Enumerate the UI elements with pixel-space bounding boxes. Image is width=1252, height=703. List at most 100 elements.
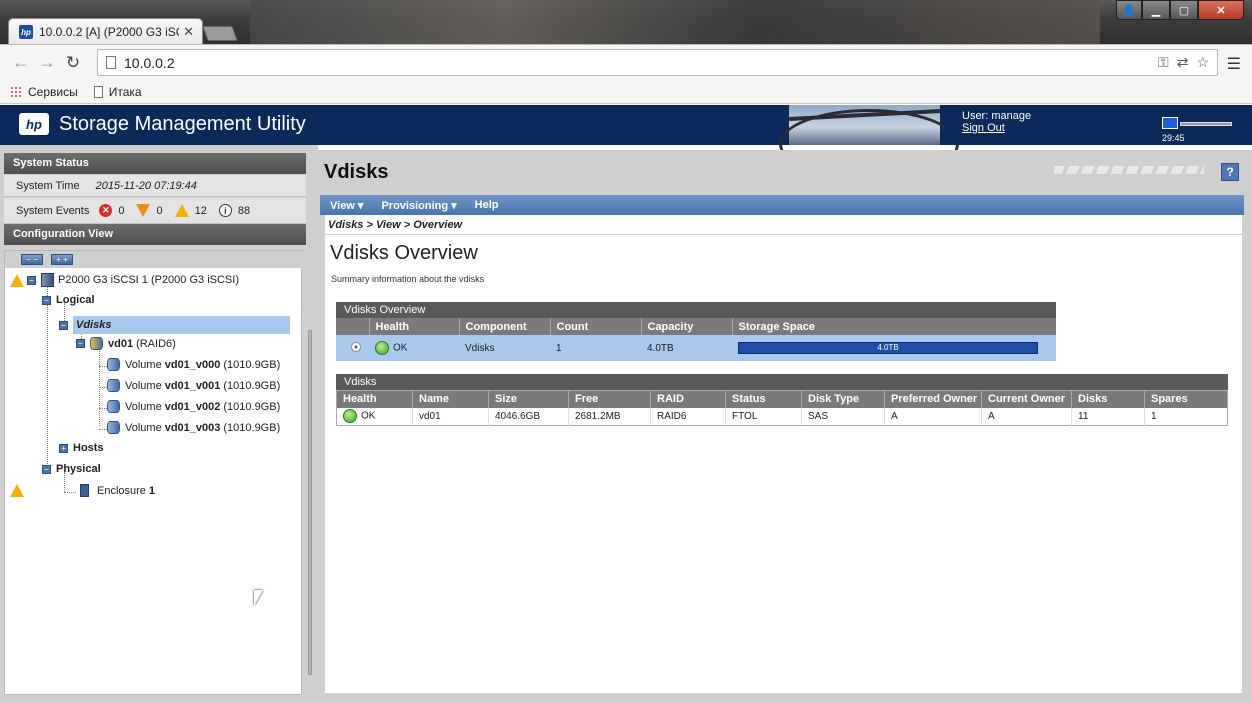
column-header[interactable]: Size	[488, 390, 569, 408]
back-arrow-icon[interactable]: ←	[8, 52, 34, 73]
system-status-heading: System Status	[4, 153, 307, 174]
menu-bar: View ▾ Provisioning ▾ Help	[320, 195, 1244, 215]
page-subtitle: Summary information about the vdisks	[331, 274, 485, 284]
tree-item-enclosure[interactable]: Enclosure 1	[10, 484, 155, 497]
system-time-value: 2015-11-20 07:19:44	[95, 179, 197, 192]
panel-splitter[interactable]	[306, 150, 318, 703]
tree-item-system[interactable]: − P2000 G3 iSCSI 1 (P2000 G3 iSCSI)	[10, 273, 239, 287]
help-icon[interactable]: ?	[1221, 163, 1239, 181]
collapse-icon[interactable]: −	[27, 275, 36, 285]
column-header[interactable]: Storage Space	[731, 318, 1056, 335]
breadcrumb: Vdisks > View > Overview	[325, 215, 1242, 235]
new-tab-button[interactable]	[202, 26, 238, 41]
collapse-icon[interactable]: −	[42, 295, 51, 305]
bookmark-itaka[interactable]: Итака	[93, 85, 142, 99]
info-icon: i	[218, 204, 232, 217]
column-header[interactable]: Disks	[1071, 390, 1145, 408]
tree-item-volume[interactable]: Volume vd01_v000 (1010.9GB)	[107, 358, 280, 371]
column-header[interactable]: Disk Type	[801, 390, 885, 408]
hp-favicon-icon: hp	[19, 25, 33, 39]
left-panel: System Status System Time 2015-11-20 07:…	[0, 145, 318, 703]
ok-status-icon	[375, 341, 389, 355]
table-caption: Vdisks Overview	[336, 302, 1056, 318]
error-icon	[136, 204, 151, 217]
page-icon	[106, 56, 116, 69]
activity-indicator	[1054, 166, 1204, 174]
tree-item-vd01[interactable]: − vd01 (RAID6)	[76, 337, 176, 350]
close-tab-icon[interactable]: ✕	[183, 24, 194, 40]
browser-tab[interactable]: hp 10.0.0.2 [A] (P2000 G3 iSC ✕	[8, 18, 203, 45]
forward-arrow-icon[interactable]: →	[34, 52, 60, 73]
column-header[interactable]: Component	[458, 318, 550, 335]
menu-icon[interactable]: ☰	[1227, 54, 1241, 74]
browser-toolbar: ← → ↻ 10.0.0.2 ⚿ ⇄ ☆ ☰	[0, 44, 1252, 80]
system-time-label: System Time	[16, 179, 80, 192]
tree-item-volume[interactable]: Volume vd01_v003 (1010.9GB)	[107, 421, 280, 434]
star-icon[interactable]: ☆	[1196, 54, 1209, 71]
column-header[interactable]: RAID	[650, 390, 726, 408]
tree-item-hosts[interactable]: + Hosts	[59, 442, 104, 454]
error-count: 0	[156, 204, 163, 217]
main-panel: Vdisks ? View ▾ Provisioning ▾ Help Vdis…	[318, 150, 1252, 703]
table-caption: Vdisks	[336, 374, 1228, 390]
minimize-button[interactable]: ▁	[1142, 0, 1170, 20]
bookmarks-bar: Сервисы Итака	[0, 80, 1252, 104]
sign-out-link[interactable]: Sign Out	[962, 122, 1005, 134]
ok-status-icon	[343, 409, 357, 424]
expand-icon[interactable]: +	[59, 443, 68, 453]
column-header[interactable]: Spares	[1144, 390, 1228, 408]
key-icon[interactable]: ⚿	[1158, 54, 1169, 71]
address-bar[interactable]: 10.0.0.2 ⚿ ⇄ ☆	[97, 49, 1218, 76]
collapse-icon[interactable]: −	[42, 464, 51, 474]
tree-item-volume[interactable]: Volume vd01_v001 (1010.9GB)	[107, 379, 280, 392]
configuration-view-heading: Configuration View	[4, 224, 307, 245]
bridge-banner-image	[779, 105, 959, 179]
collapse-all-button[interactable]: − −	[21, 254, 43, 265]
column-header[interactable]: Name	[412, 390, 489, 408]
expand-all-button[interactable]: + +	[51, 254, 73, 265]
warning-icon	[10, 484, 24, 497]
column-header[interactable]: Health	[336, 390, 413, 408]
menu-provisioning[interactable]: Provisioning ▾	[381, 199, 456, 212]
tree-item-logical[interactable]: − Logical	[42, 294, 95, 306]
vdisk-icon	[90, 337, 103, 350]
info-count: 88	[237, 204, 251, 217]
collapse-icon[interactable]: −	[76, 339, 85, 348]
column-header[interactable]: Preferred Owner	[884, 390, 982, 408]
column-header[interactable]: Health	[368, 318, 459, 335]
tree-item-vdisks[interactable]: − Vdisks	[59, 315, 302, 335]
table-row[interactable]: OK Vdisks 1 4.0TB 4.0TB	[336, 335, 1056, 361]
close-window-button[interactable]: ✕	[1198, 0, 1244, 20]
volume-icon	[107, 379, 120, 392]
tree-item-physical[interactable]: − Physical	[42, 463, 101, 475]
column-header[interactable]: Free	[568, 390, 651, 408]
system-events-row[interactable]: System Events ✕ 0 0 12 i 88	[4, 198, 307, 224]
column-header[interactable]: Count	[549, 318, 641, 335]
volume-icon	[107, 358, 120, 371]
page-title: Vdisks Overview	[330, 242, 478, 264]
session-time: 29:45	[1162, 133, 1185, 143]
user-profile-button[interactable]: 👤	[1116, 0, 1142, 20]
tab-title: 10.0.0.2 [A] (P2000 G3 iSC	[39, 25, 180, 39]
menu-help[interactable]: Help	[475, 199, 499, 211]
maximize-button[interactable]: ▢	[1170, 0, 1198, 20]
mouse-cursor	[254, 590, 263, 606]
table-row[interactable]: OK vd01 4046.6GB 2681.2MB RAID6 FTOL SAS…	[337, 407, 1228, 426]
storage-system-icon	[41, 273, 54, 287]
collapse-icon[interactable]: −	[59, 320, 68, 330]
column-header[interactable]: Capacity	[640, 318, 732, 335]
tree-item-volume[interactable]: Volume vd01_v002 (1010.9GB)	[107, 400, 280, 413]
menu-view[interactable]: View ▾	[330, 199, 363, 212]
browser-window: hp 10.0.0.2 [A] (P2000 G3 iSC ✕ 👤 ▁ ▢ ✕ …	[0, 0, 1252, 703]
row-select-radio[interactable]	[350, 341, 361, 352]
column-header[interactable]: Status	[725, 390, 802, 408]
bookmark-apps[interactable]: Сервисы	[10, 85, 78, 99]
translate-icon[interactable]: ⇄	[1177, 54, 1189, 71]
reload-icon[interactable]: ↻	[60, 53, 86, 73]
warning-icon	[174, 204, 189, 217]
scrollbar[interactable]	[308, 330, 312, 675]
column-header[interactable]: Current Owner	[981, 390, 1072, 408]
apps-icon	[10, 85, 22, 98]
system-events-label: System Events	[16, 204, 90, 217]
vdisks-table: Vdisks Health Name Size Free RAID Status…	[336, 374, 1228, 426]
